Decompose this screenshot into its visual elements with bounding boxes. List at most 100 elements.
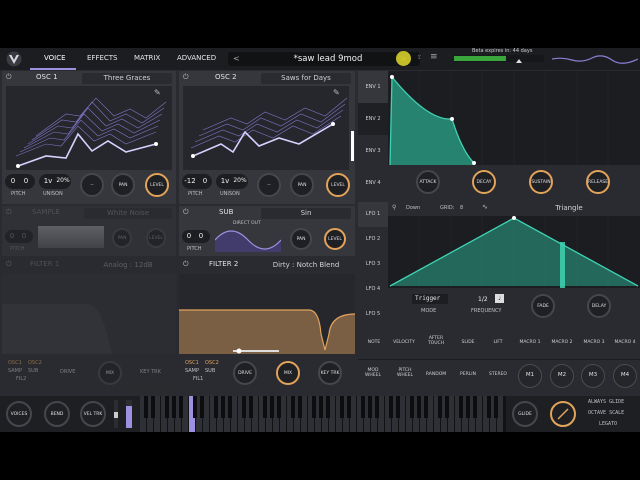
- filter1-power-icon[interactable]: ⏻: [6, 260, 12, 269]
- env-tab-1[interactable]: ENV 1: [358, 71, 388, 103]
- env-tab-3[interactable]: ENV 3: [358, 135, 388, 167]
- filter2-route-osc1[interactable]: OSC1: [185, 360, 199, 366]
- osc2-level-knob[interactable]: LEVEL: [326, 173, 350, 197]
- osc1-unison-pill[interactable]: 1v 20%: [39, 174, 71, 189]
- osc1-pitch-octave[interactable]: 0: [8, 177, 18, 185]
- filter1-response-display[interactable]: [2, 274, 176, 354]
- osc1-pitch-pill[interactable]: 0 0: [5, 174, 35, 189]
- sub-level-knob[interactable]: LEVEL: [324, 228, 346, 250]
- filter2-mix-knob[interactable]: MIX: [276, 361, 300, 385]
- mod-source-note[interactable]: NOTE: [360, 340, 388, 345]
- sub-pitch-pill[interactable]: 0 0: [182, 230, 210, 243]
- lfo-smooth-icon[interactable]: ∿: [482, 203, 488, 211]
- macro-1-knob[interactable]: M1: [518, 364, 542, 388]
- filter2-route-samp[interactable]: SAMP: [185, 368, 199, 374]
- mod-source-random[interactable]: RANDOM: [422, 372, 450, 377]
- mod-source-macro4[interactable]: MACRO 4: [611, 340, 639, 345]
- logo-icon[interactable]: [6, 51, 22, 67]
- osc1-spread-knob[interactable]: --: [80, 173, 104, 197]
- mod-source-lift[interactable]: LIFT: [484, 340, 512, 345]
- menu-icon[interactable]: ≡: [430, 52, 438, 62]
- sample-pitch-octave[interactable]: 0: [7, 232, 17, 240]
- macro-4-knob[interactable]: M4: [613, 364, 637, 388]
- osc1-wavetable-selector[interactable]: Three Graces: [82, 73, 172, 84]
- osc2-pitch-octave[interactable]: -12: [183, 177, 197, 185]
- sub-pitch-semitone[interactable]: 0: [196, 232, 206, 240]
- mod-wheel[interactable]: [126, 400, 132, 428]
- lfo-tempo-icon[interactable]: ♩: [495, 294, 504, 303]
- lfo-graph[interactable]: [388, 216, 640, 288]
- mod-source-macro3[interactable]: MACRO 3: [580, 340, 608, 345]
- mod-source-aftertouch[interactable]: AFTER TOUCH: [424, 336, 448, 346]
- glide-knob[interactable]: GLIDE: [512, 401, 538, 427]
- preset-selector[interactable]: < *saw lead 9mod >: [228, 52, 420, 66]
- octave-scale-toggle[interactable]: OCTAVE SCALE: [588, 410, 624, 416]
- filter1-mix-knob[interactable]: MIX: [98, 361, 122, 385]
- osc1-wavetable-display[interactable]: [6, 86, 172, 170]
- filter2-fil-route[interactable]: FIL1: [193, 376, 203, 382]
- env-attack-knob[interactable]: ATTACK: [416, 170, 440, 194]
- osc1-unison-voices[interactable]: 1v: [41, 177, 55, 185]
- sub-wave-selector[interactable]: Sin: [261, 208, 351, 219]
- env-tab-4[interactable]: ENV 4: [358, 167, 388, 199]
- osc2-wavetable-selector[interactable]: Saws for Days: [261, 73, 351, 84]
- lfo-tab-3[interactable]: LFO 3: [358, 252, 388, 277]
- osc1-unison-detune[interactable]: 20%: [56, 177, 70, 184]
- osc2-unison-detune[interactable]: 20%: [233, 177, 247, 184]
- osc2-unison-voices[interactable]: 1v: [218, 177, 232, 185]
- osc2-power-icon[interactable]: ⏻: [183, 73, 189, 82]
- lfo-grid-value[interactable]: 8: [460, 205, 463, 211]
- macro-3-knob[interactable]: M3: [581, 364, 605, 388]
- lfo-tab-1[interactable]: LFO 1: [358, 202, 388, 227]
- lfo-tab-2[interactable]: LFO 2: [358, 227, 388, 252]
- sample-pan-knob[interactable]: PAN: [112, 228, 132, 248]
- macro-2-knob[interactable]: M2: [550, 364, 574, 388]
- sample-pitch-semitone[interactable]: 0: [19, 232, 29, 240]
- lfo-sync-label[interactable]: Down: [406, 205, 420, 211]
- lfo-sync-icon[interactable]: ⚲: [392, 204, 396, 211]
- lfo-tab-5[interactable]: LFO 5: [358, 302, 388, 327]
- filter1-route-osc2[interactable]: OSC2: [28, 360, 42, 366]
- sub-direct-out-label[interactable]: DIRECT OUT: [233, 221, 261, 226]
- tab-matrix[interactable]: MATRIX: [134, 54, 160, 62]
- mod-source-velocity[interactable]: VELOCITY: [390, 340, 418, 345]
- filter2-model-selector[interactable]: Dirty : Notch Blend: [261, 260, 351, 271]
- osc1-level-knob[interactable]: LEVEL: [145, 173, 169, 197]
- env-release-knob[interactable]: RELEASE: [586, 170, 610, 194]
- tab-effects[interactable]: EFFECTS: [87, 54, 118, 62]
- legato-toggle[interactable]: LEGATO: [599, 421, 617, 427]
- filter1-route-samp[interactable]: SAMP: [8, 368, 22, 374]
- filter2-key-track-knob[interactable]: KEY TRK: [318, 361, 342, 385]
- filter1-route-osc1[interactable]: OSC1: [8, 360, 22, 366]
- filter1-route-sub[interactable]: SUB: [28, 368, 38, 374]
- velocity-track-knob[interactable]: VEL TRK: [80, 401, 106, 427]
- filter1-drive-label[interactable]: DRIVE: [60, 369, 75, 375]
- sub-power-icon[interactable]: ⏻: [183, 208, 189, 217]
- osc2-spread-knob[interactable]: --: [257, 173, 281, 197]
- envelope-graph[interactable]: [388, 71, 640, 166]
- lfo-tab-4[interactable]: LFO 4: [358, 277, 388, 302]
- volume-meter[interactable]: [454, 55, 544, 63]
- filter2-route-sub[interactable]: SUB: [205, 368, 215, 374]
- osc2-pitch-pill[interactable]: -12 0: [182, 174, 212, 189]
- tab-voice[interactable]: VOICE: [44, 54, 66, 62]
- lfo-mode-box[interactable]: Trigger: [412, 294, 448, 304]
- sample-pitch-pill[interactable]: 0 0: [5, 230, 33, 243]
- lfo-fade-knob[interactable]: FADE: [531, 294, 555, 318]
- filter2-response-display[interactable]: [179, 274, 356, 354]
- preset-prev-button[interactable]: <: [233, 54, 240, 63]
- mod-source-mod-wheel[interactable]: MOD WHEEL: [362, 368, 384, 378]
- env-sustain-knob[interactable]: SUSTAIN: [529, 170, 553, 194]
- osc2-unison-pill[interactable]: 1v 20%: [216, 174, 248, 189]
- osc1-pitch-semitone[interactable]: 0: [21, 177, 31, 185]
- lfo-delay-knob[interactable]: DELAY: [587, 294, 611, 318]
- osc1-pan-knob[interactable]: PAN: [111, 173, 135, 197]
- mod-source-pitch-wheel[interactable]: PITCH WHEEL: [394, 368, 416, 378]
- filter1-fil-route[interactable]: FIL2: [16, 376, 26, 382]
- sample-power-icon[interactable]: ⏻: [6, 208, 12, 217]
- osc2-edit-icon[interactable]: ✎: [333, 88, 340, 97]
- sample-level-knob[interactable]: LEVEL: [146, 228, 166, 248]
- env-decay-knob[interactable]: DECAY: [472, 170, 496, 194]
- mod-source-macro1[interactable]: MACRO 1: [516, 340, 544, 345]
- lfo-shape-selector[interactable]: Triangle: [502, 203, 636, 214]
